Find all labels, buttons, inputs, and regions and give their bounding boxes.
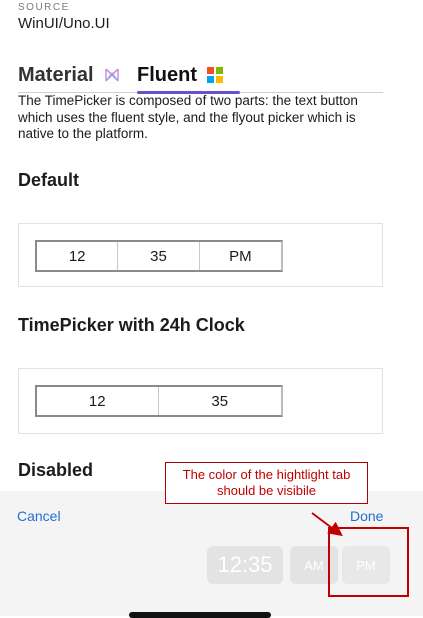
annotation-highlight-box xyxy=(328,527,409,597)
annotation-callout: The color of the hightlight tab should b… xyxy=(165,462,368,504)
section-title-default: Default xyxy=(18,170,80,190)
hour-segment[interactable]: 12 xyxy=(37,242,119,270)
cancel-button[interactable]: Cancel xyxy=(17,508,61,524)
tab-material-label: Material xyxy=(18,63,94,86)
done-button[interactable]: Done xyxy=(350,508,383,524)
default-timepicker-card: 12 35 PM xyxy=(18,223,383,287)
source-label: SOURCE xyxy=(18,2,70,13)
source-value: WinUI/Uno.UI xyxy=(18,15,110,32)
section-title-24h: TimePicker with 24h Clock xyxy=(18,315,245,335)
home-indicator xyxy=(129,612,271,618)
default-timepicker[interactable]: 12 35 PM xyxy=(35,240,283,272)
minute-segment[interactable]: 35 xyxy=(118,242,200,270)
tab-material[interactable]: Material xyxy=(18,58,120,92)
windows-logo-icon xyxy=(207,67,223,83)
section-title-disabled: Disabled xyxy=(18,460,94,480)
tab-fluent[interactable]: Fluent xyxy=(137,58,223,92)
minute-segment[interactable]: 35 xyxy=(159,387,282,415)
tab-fluent-label: Fluent xyxy=(137,63,197,86)
24h-timepicker[interactable]: 12 35 xyxy=(35,385,283,417)
description-text: The TimePicker is composed of two parts:… xyxy=(18,93,358,141)
time-wheel[interactable]: 12:35 xyxy=(207,546,283,584)
period-segment[interactable]: PM xyxy=(200,242,281,270)
hour-segment[interactable]: 12 xyxy=(37,387,159,415)
material-logo-icon xyxy=(104,68,119,82)
24h-timepicker-card: 12 35 xyxy=(18,368,383,434)
design-tabs: Material Fluent xyxy=(18,58,383,94)
